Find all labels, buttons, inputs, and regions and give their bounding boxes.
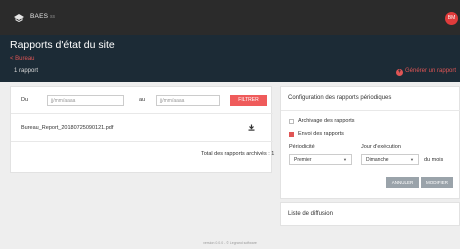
distribution-panel[interactable]: Liste de diffusion	[280, 202, 460, 226]
divider	[281, 110, 460, 111]
logo-icon[interactable]	[13, 12, 25, 22]
send-checkbox[interactable]	[289, 132, 294, 137]
archive-label: Archivage des rapports	[298, 118, 355, 124]
app-name: BAES	[30, 13, 49, 20]
generate-report-button[interactable]: + Générer un rapport	[396, 68, 456, 76]
archive-checkbox[interactable]	[289, 119, 294, 124]
list-item[interactable]: Bureau_Report_20180725090121.pdf	[11, 114, 273, 142]
filter-button[interactable]: FILTRER	[230, 95, 267, 106]
periodic-config-panel: Configuration des rapports périodiques A…	[280, 86, 460, 199]
chevron-down-icon: ▼	[410, 157, 414, 162]
from-date-input[interactable]: jj/mm/aaaa	[47, 95, 124, 106]
page-title: Rapports d'état du site	[10, 39, 115, 51]
periodicity-select[interactable]: Premier ▼	[289, 154, 352, 165]
send-label: Envoi des rapports	[298, 131, 344, 137]
download-icon[interactable]	[248, 124, 255, 131]
periodicity-value: Premier	[294, 157, 312, 163]
report-count: 1 rapport	[14, 68, 39, 74]
month-suffix: du mois	[424, 157, 444, 163]
app-subtitle: ss	[50, 14, 55, 20]
day-value: Dimanche	[366, 157, 389, 163]
cancel-button[interactable]: ANNULER	[386, 177, 419, 188]
back-link[interactable]: < Bureau	[10, 56, 35, 62]
filter-row: Du jj/mm/aaaa au jj/mm/aaaa FILTRER	[11, 87, 273, 114]
top-bar: BAES ss BM	[0, 0, 460, 35]
day-label: Jour d'exécution	[361, 144, 401, 150]
report-file-name[interactable]: Bureau_Report_20180725090121.pdf	[21, 125, 113, 131]
total-archived: Total des rapports archivés : 1	[201, 151, 275, 157]
page-header: Rapports d'état du site < Bureau 1 rappo…	[0, 35, 460, 82]
periodic-config-title: Configuration des rapports périodiques	[288, 95, 392, 101]
day-select[interactable]: Dimanche ▼	[361, 154, 419, 165]
footer: version 0.0.0 - © Legrand software	[203, 241, 257, 245]
to-label: au	[139, 97, 146, 103]
avatar[interactable]: BM	[445, 12, 458, 25]
periodicity-label: Périodicité	[289, 144, 315, 150]
plus-circle-icon: +	[396, 69, 403, 76]
distribution-title: Liste de diffusion	[288, 211, 333, 217]
to-date-input[interactable]: jj/mm/aaaa	[156, 95, 220, 106]
chevron-down-icon: ▼	[343, 157, 347, 162]
reports-panel: Du jj/mm/aaaa au jj/mm/aaaa FILTRER Bure…	[10, 86, 275, 173]
generate-report-label: Générer un rapport	[405, 68, 457, 74]
modify-button[interactable]: MODIFIER	[421, 177, 453, 188]
from-label: Du	[21, 97, 29, 103]
